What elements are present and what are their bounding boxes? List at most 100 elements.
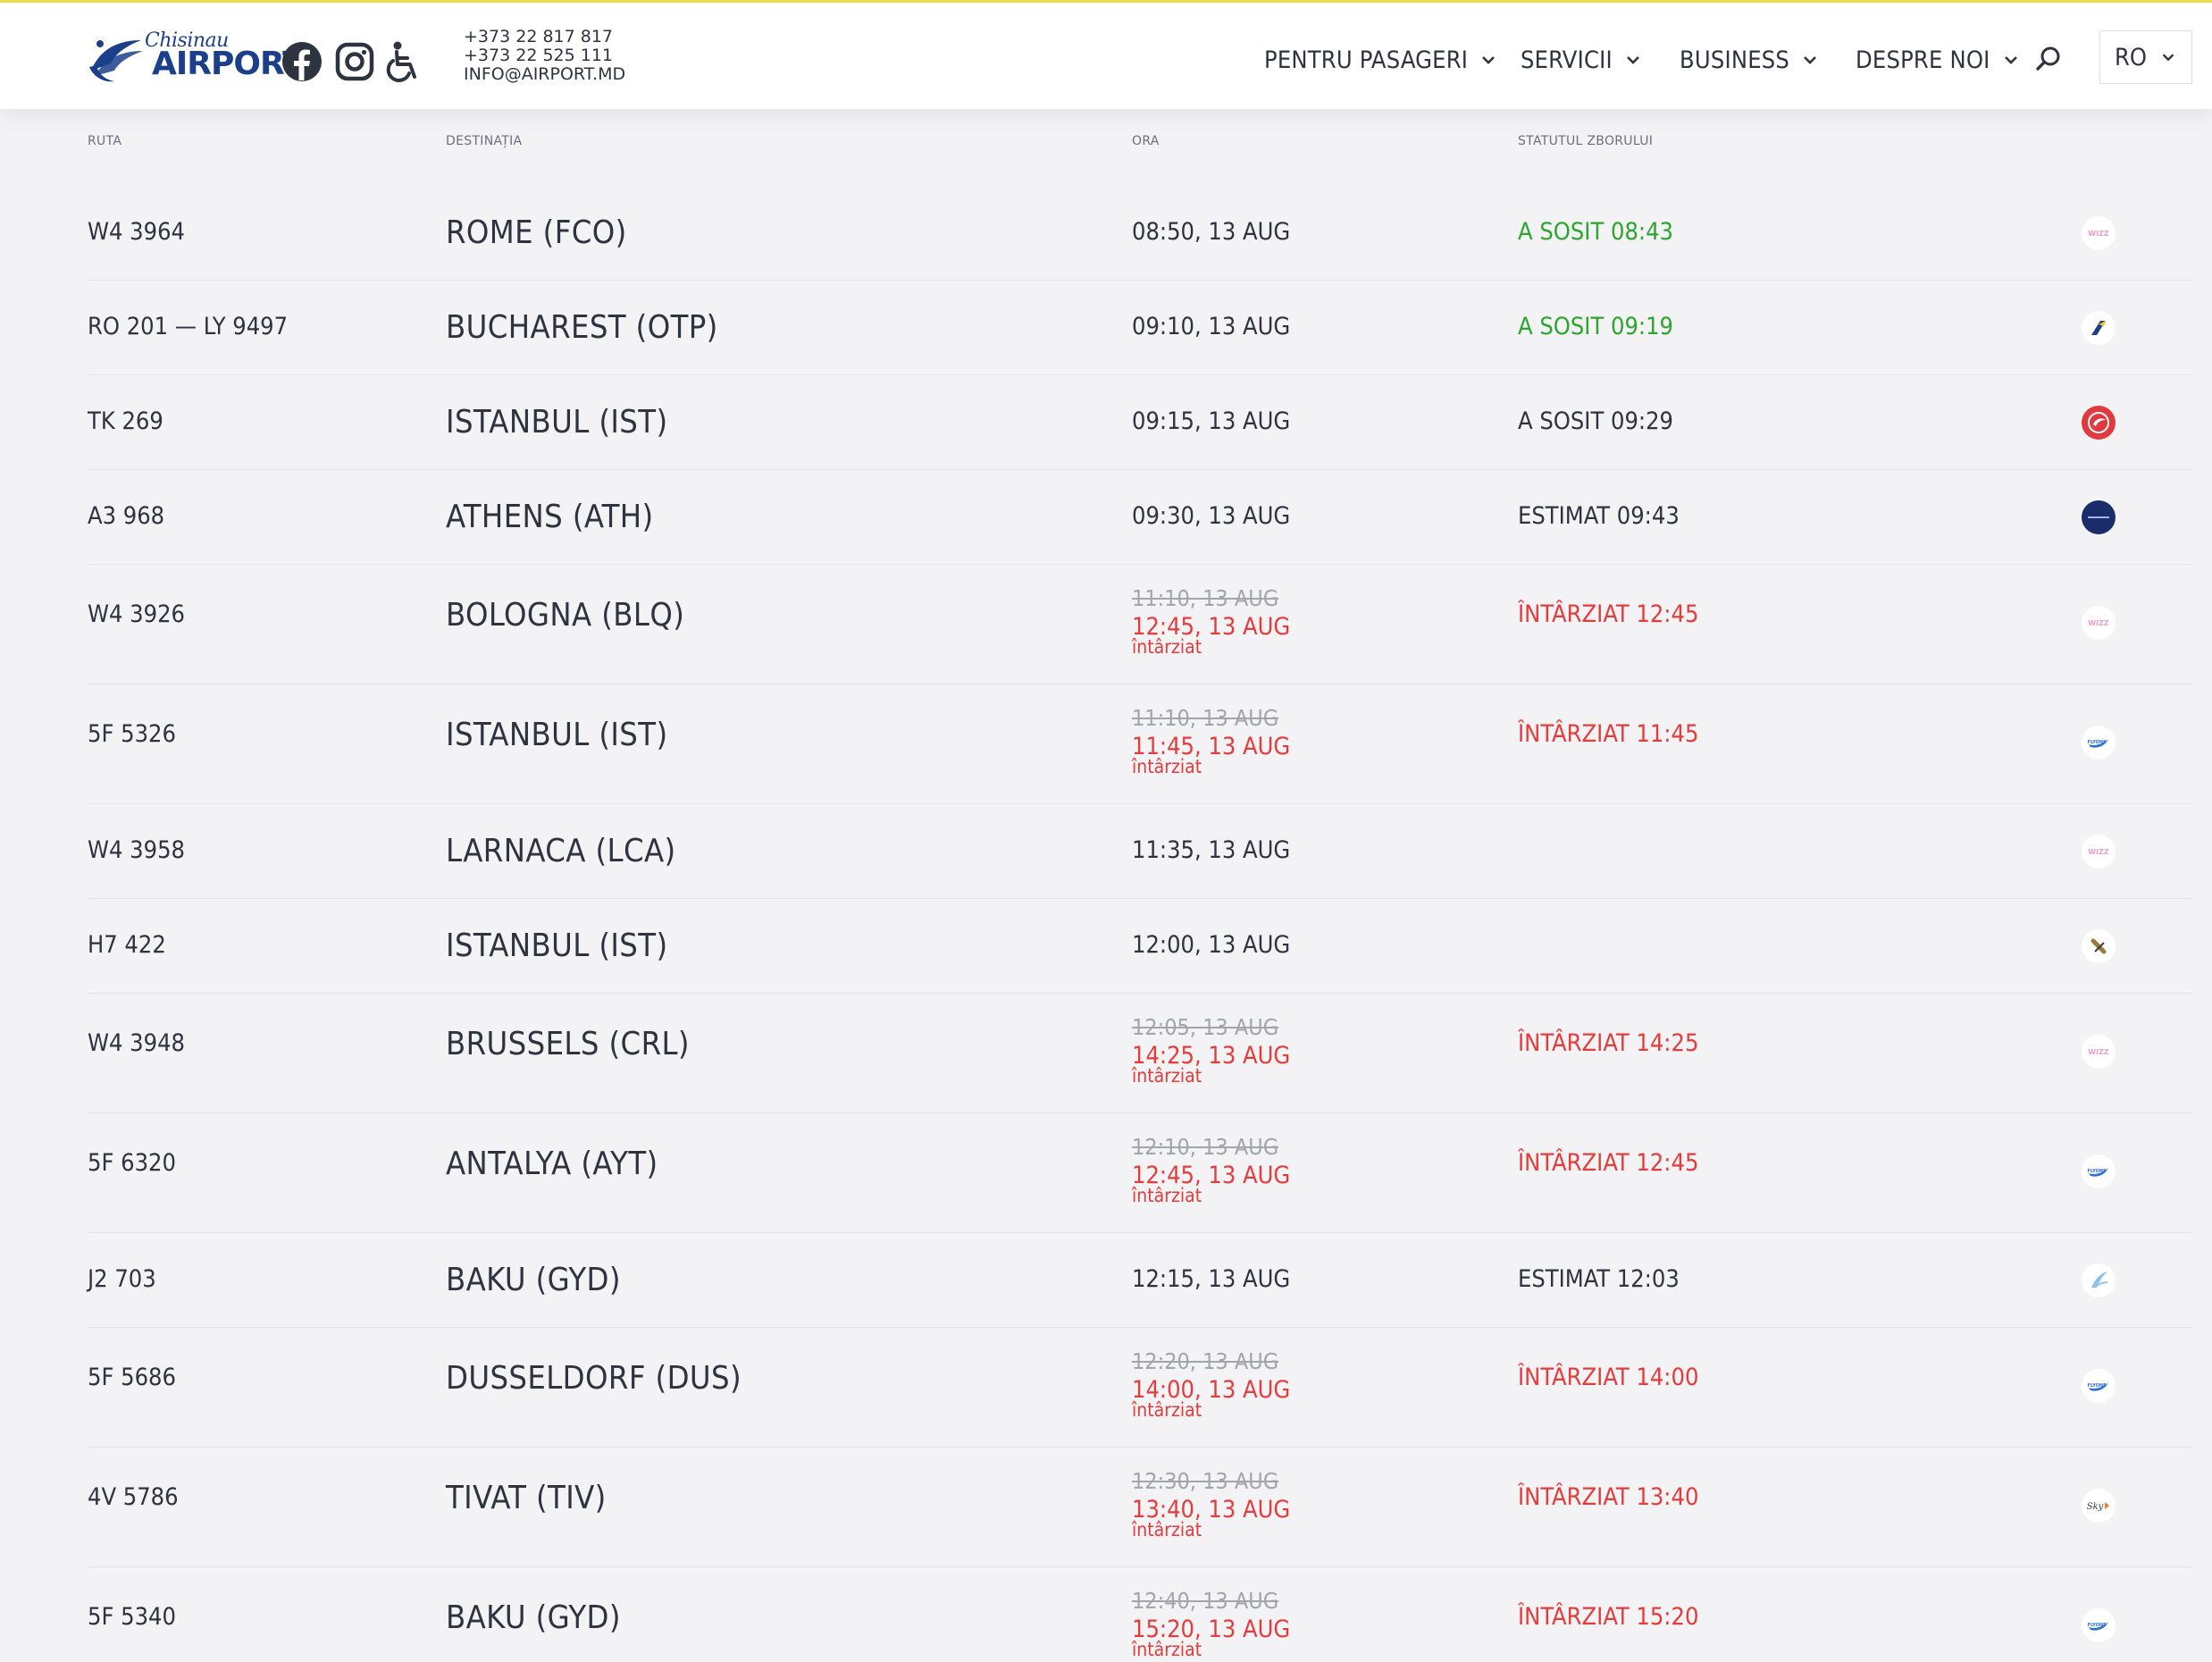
instagram-icon[interactable]: [335, 38, 378, 85]
flight-status: ÎNTÂRZIAT 11:45: [1518, 720, 1699, 748]
flight-status: ÎNTÂRZIAT 13:40: [1518, 1483, 1699, 1511]
flight-row[interactable]: J2 703 BAKU (GYD) 12:15, 13 AUG ESTIMAT …: [88, 1233, 2192, 1328]
aegean-logo: [2082, 500, 2116, 534]
flight-status: ÎNTÂRZIAT 15:20: [1518, 1603, 1699, 1631]
flight-route: J2 703: [88, 1265, 156, 1293]
language-value: RO: [2115, 43, 2147, 71]
scheduled-time: 11:10, 13 AUG: [1132, 705, 1279, 731]
flight-status: ESTIMAT 12:03: [1518, 1265, 1680, 1293]
flight-destination: ATHENS (ATH): [446, 499, 654, 535]
svg-text:FLYONE: FLYONE: [2087, 1383, 2107, 1389]
flight-route: TK 269: [88, 407, 163, 435]
language-selector[interactable]: RO: [2099, 30, 2192, 84]
svg-text:Sky: Sky: [2087, 1502, 2104, 1512]
flight-route: 4V 5786: [88, 1483, 179, 1511]
flight-status: ÎNTÂRZIAT 12:45: [1518, 1149, 1699, 1177]
nav-pentru-pasageri[interactable]: PENTRU PASAGERI: [1264, 42, 1498, 78]
flight-destination: TIVAT (TIV): [446, 1480, 607, 1516]
flight-time: 12:00, 13 AUG: [1132, 931, 1291, 959]
phone-2-link[interactable]: +373 22 525 111: [464, 46, 625, 65]
flight-row[interactable]: H7 422 ISTANBUL (IST) 12:00, 13 AUG: [88, 899, 2192, 994]
chevron-down-icon: [1482, 56, 1496, 64]
flight-destination: ISTANBUL (IST): [446, 404, 668, 441]
search-icon[interactable]: [2033, 44, 2064, 74]
wizz-air-logo: WIZZ: [2082, 216, 2116, 250]
contact-info: +373 22 817 817 +373 22 525 111 INFO@AIR…: [464, 28, 625, 84]
flight-time: 08:50, 13 AUG: [1132, 218, 1291, 246]
nav-label: DESPRE NOI: [1856, 46, 1990, 74]
scheduled-time: 11:10, 13 AUG: [1132, 585, 1279, 611]
wizz-air-logo: WIZZ: [2082, 606, 2116, 640]
scheduled-time: 12:05, 13 AUG: [1132, 1014, 1279, 1040]
tarom-logo: [2082, 311, 2116, 345]
flight-destination: LARNACA (LCA): [446, 833, 676, 869]
nav-business[interactable]: BUSINESS: [1680, 42, 1820, 78]
wheelchair-icon[interactable]: [386, 38, 425, 85]
svg-text:WIZZ: WIZZ: [2088, 619, 2109, 627]
facebook-icon[interactable]: [281, 38, 324, 85]
flight-row[interactable]: RO 201 — LY 9497 BUCHAREST (OTP) 09:10, …: [88, 281, 2192, 375]
flight-route: A3 968: [88, 502, 165, 530]
flight-row[interactable]: W4 3948 BRUSSELS (CRL) 12:05, 13 AUG 14:…: [88, 994, 2192, 1113]
flight-destination: BAKU (GYD): [446, 1262, 621, 1298]
flight-destination: ANTALYA (AYT): [446, 1146, 658, 1182]
wizz-air-logo: WIZZ: [2082, 835, 2116, 869]
flight-destination: BRUSSELS (CRL): [446, 1026, 690, 1062]
flight-row[interactable]: W4 3958 LARNACA (LCA) 11:35, 13 AUG WIZZ: [88, 804, 2192, 899]
flight-time: 09:30, 13 AUG: [1132, 502, 1291, 530]
nav-servicii[interactable]: SERVICII: [1521, 42, 1643, 78]
flight-row[interactable]: 5F 5326 ISTANBUL (IST) 11:10, 13 AUG 11:…: [88, 684, 2192, 804]
nav-label: SERVICII: [1521, 46, 1613, 74]
flight-time: 09:15, 13 AUG: [1132, 407, 1291, 435]
delay-label: întârziat: [1132, 1639, 1202, 1660]
flight-destination: DUSSELDORF (DUS): [446, 1360, 742, 1397]
flight-time: 12:15, 13 AUG: [1132, 1265, 1291, 1293]
airport-logo[interactable]: Chisinau AIRPORT: [88, 28, 305, 88]
chevron-down-icon: [1626, 56, 1639, 64]
email-link[interactable]: INFO@AIRPORT.MD: [464, 65, 625, 84]
flight-row[interactable]: W4 3964 ROME (FCO) 08:50, 13 AUG A SOSIT…: [88, 186, 2192, 281]
fly-one-logo: FLYONE: [2082, 1608, 2116, 1642]
flight-time: 11:35, 13 AUG: [1132, 836, 1291, 864]
flight-row[interactable]: 5F 6320 ANTALYA (AYT) 12:10, 13 AUG 12:4…: [88, 1113, 2192, 1233]
flight-status: ESTIMAT 09:43: [1518, 502, 1680, 530]
flight-route: RO 201 — LY 9497: [88, 313, 289, 340]
flight-row[interactable]: 5F 5340 BAKU (GYD) 12:40, 13 AUG 15:20, …: [88, 1567, 2192, 1662]
flight-status: ÎNTÂRZIAT 14:25: [1518, 1029, 1699, 1057]
wizz-air-logo: WIZZ: [2082, 1035, 2116, 1069]
flight-route: 5F 5326: [88, 720, 176, 748]
nav-label: PENTRU PASAGERI: [1264, 46, 1469, 74]
flight-row[interactable]: TK 269 ISTANBUL (IST) 09:15, 13 AUG A SO…: [88, 375, 2192, 470]
flight-destination: BAKU (GYD): [446, 1599, 621, 1636]
flight-status: ÎNTÂRZIAT 12:45: [1518, 600, 1699, 628]
chevron-down-icon: [2004, 56, 2017, 64]
flight-route: H7 422: [88, 931, 166, 959]
delay-label: întârziat: [1132, 1065, 1202, 1087]
fly-one-logo: FLYONE: [2082, 1154, 2116, 1188]
flight-row[interactable]: 4V 5786 TIVAT (TIV) 12:30, 13 AUG 13:40,…: [88, 1448, 2192, 1567]
flight-destination: BUCHAREST (OTP): [446, 309, 718, 346]
flights-table: W4 3964 ROME (FCO) 08:50, 13 AUG A SOSIT…: [88, 186, 2192, 1662]
flight-row[interactable]: A3 968 ATHENS (ATH) 09:30, 13 AUG ESTIMA…: [88, 470, 2192, 565]
flight-route: W4 3948: [88, 1029, 185, 1057]
flight-row[interactable]: 5F 5686 DUSSELDORF (DUS) 12:20, 13 AUG 1…: [88, 1328, 2192, 1448]
fly-one-logo: FLYONE: [2082, 1369, 2116, 1403]
flight-route: 5F 6320: [88, 1149, 176, 1177]
flight-route: W4 3964: [88, 218, 185, 246]
sky-up-logo: Sky: [2082, 1489, 2116, 1523]
flight-row[interactable]: W4 3926 BOLOGNA (BLQ) 11:10, 13 AUG 12:4…: [88, 565, 2192, 684]
delay-label: întârziat: [1132, 1519, 1202, 1540]
scheduled-time: 12:40, 13 AUG: [1132, 1588, 1279, 1614]
flight-status: A SOSIT 09:19: [1518, 313, 1673, 340]
svg-text:WIZZ: WIZZ: [2088, 230, 2109, 238]
flight-destination: ROME (FCO): [446, 214, 627, 251]
azal-logo: [2082, 1263, 2116, 1297]
scheduled-time: 12:30, 13 AUG: [1132, 1468, 1279, 1494]
nav-despre-noi[interactable]: DESPRE NOI: [1856, 42, 2021, 78]
flight-status: ÎNTÂRZIAT 14:00: [1518, 1364, 1699, 1391]
logo-wing-icon: [89, 40, 143, 82]
svg-text:FLYONE: FLYONE: [2087, 740, 2107, 745]
svg-text:WIZZ: WIZZ: [2088, 848, 2109, 856]
flight-status: A SOSIT 08:43: [1518, 218, 1673, 246]
phone-1-link[interactable]: +373 22 817 817: [464, 28, 625, 46]
